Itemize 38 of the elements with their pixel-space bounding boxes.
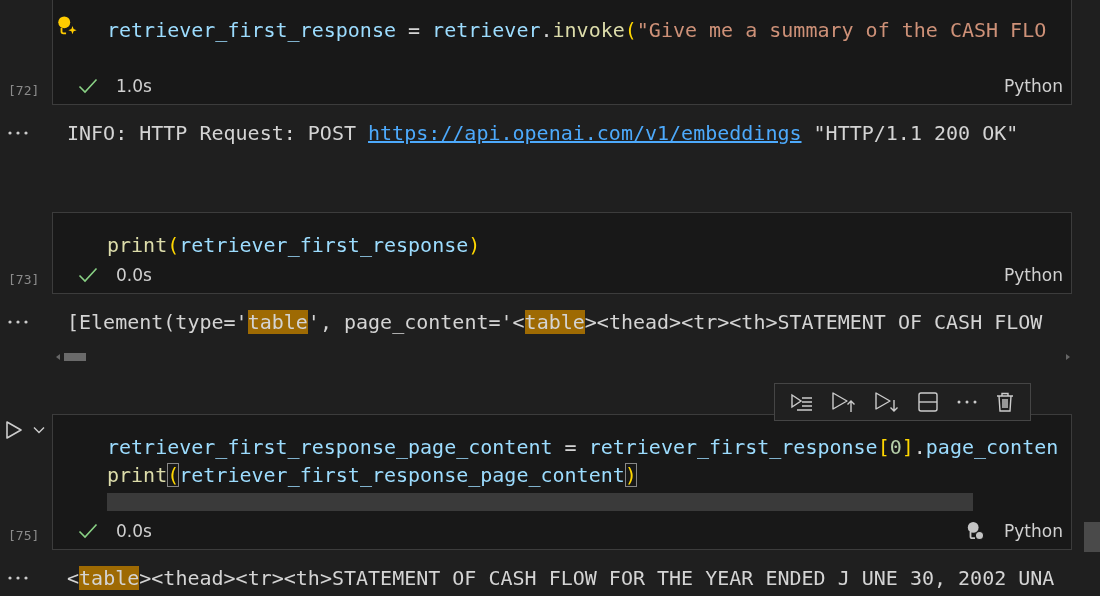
run-below-icon[interactable] bbox=[873, 391, 900, 413]
run-above-icon[interactable] bbox=[830, 391, 857, 413]
execution-time: 0.0s bbox=[116, 265, 152, 285]
execution-time: 0.0s bbox=[116, 521, 152, 541]
lightbulb-icon[interactable] bbox=[966, 521, 985, 541]
execution-count: [75] bbox=[8, 528, 40, 543]
code-cell[interactable]: retriever_first_response = retriever.invoke("Give me a summary of the CASH FLO 1.0s Python bbox=[52, 0, 1072, 105]
execution-count: [73] bbox=[8, 272, 40, 287]
run-by-line-icon[interactable] bbox=[789, 392, 814, 412]
code-line: print(retriever_first_response) bbox=[107, 232, 482, 259]
output-line: INFO: HTTP Request: POST https://api.openai.com/v1/embeddings "HTTP/1.1 200 OK" bbox=[67, 120, 1019, 146]
horizontal-scrollbar[interactable] bbox=[56, 353, 1070, 361]
code-cell[interactable]: retriever_first_response_page_content = retriever_first_response[0].page_conten print(retriever_first_response_page_content) 0.0s Python bbox=[52, 414, 1072, 550]
more-icon[interactable] bbox=[956, 399, 979, 405]
code-line: print(retriever_first_response_page_content) bbox=[107, 462, 638, 489]
code-line: retriever_first_response_page_content = retriever_first_response[0].page_conten bbox=[107, 434, 1060, 461]
scrollbar-thumb[interactable] bbox=[64, 353, 86, 361]
sparkle-lightbulb-icon[interactable] bbox=[56, 15, 78, 37]
language-label[interactable]: Python bbox=[1004, 265, 1063, 285]
scroll-left-icon[interactable] bbox=[56, 354, 60, 360]
run-icon[interactable] bbox=[5, 420, 23, 440]
output-line: [Element(type='table', page_content='<table><thead><tr><th>STATEMENT OF CASH FLOW bbox=[67, 309, 1043, 335]
language-label[interactable]: Python bbox=[1004, 521, 1063, 541]
scroll-right-icon[interactable] bbox=[1066, 354, 1070, 360]
chevron-down-icon[interactable] bbox=[33, 426, 45, 434]
split-cell-icon[interactable] bbox=[917, 391, 940, 413]
output-line: <table><thead><tr><th>STATEMENT OF CASH FLOW FOR THE YEAR ENDED J UNE 30, 2002 UNA bbox=[67, 565, 1055, 591]
more-icon[interactable] bbox=[8, 131, 28, 135]
trash-icon[interactable] bbox=[995, 391, 1016, 413]
code-line: retriever_first_response = retriever.invoke("Give me a summary of the CASH FLO bbox=[107, 17, 1048, 44]
language-label[interactable]: Python bbox=[1004, 76, 1063, 96]
execution-time: 1.0s bbox=[116, 76, 152, 96]
more-icon[interactable] bbox=[8, 320, 28, 324]
execution-count: [72] bbox=[8, 83, 40, 98]
more-icon[interactable] bbox=[8, 576, 28, 580]
link[interactable]: https://api.openai.com/v1/embeddings bbox=[368, 121, 802, 145]
code-cell[interactable]: print(retriever_first_response) 0.0s Python bbox=[52, 212, 1072, 294]
vertical-scrollbar[interactable] bbox=[1084, 522, 1100, 552]
